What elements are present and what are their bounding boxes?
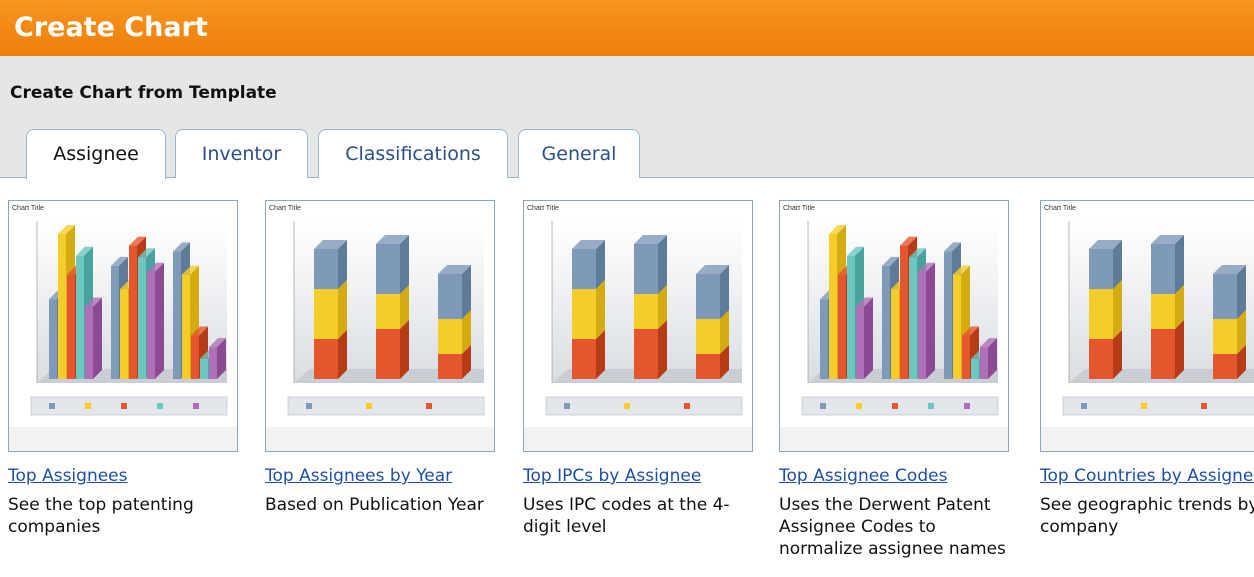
page-header: Create Chart [0,0,1254,56]
template-description: See the top patenting companies [8,495,194,537]
svg-text:Chart Title: Chart Title [527,205,559,212]
template-card: Chart Title Top Assignee Codes Uses the … [779,200,1011,560]
svg-text:Chart Title: Chart Title [783,205,815,212]
chart-thumbnail[interactable]: Chart Title [8,200,238,452]
template-link[interactable]: Top IPCs by Assignee [523,466,755,486]
tab-inventor[interactable]: Inventor [175,129,308,178]
chart-thumbnail[interactable]: Chart Title [779,200,1009,452]
template-link[interactable]: Top Assignees by Year [265,466,497,486]
tab-classifications[interactable]: Classifications [318,129,508,178]
thumbnail-graphic: Chart Title [780,205,1008,451]
template-description: Based on Publication Year [265,495,484,515]
chart-thumbnail[interactable]: Chart Title [523,200,753,452]
template-card: Chart Title Top Countries by Assignee Se… [1040,200,1254,538]
thumbnail-graphic: Chart Title [524,205,752,451]
svg-text:Chart Title: Chart Title [12,205,44,212]
thumbnail-graphic: Chart Title [1041,205,1254,451]
section-title: Create Chart from Template [10,83,277,103]
template-link[interactable]: Top Assignee Codes [779,466,1011,486]
template-card: Chart Title Top IPCs by Assignee Uses IP… [523,200,755,538]
page-title: Create Chart [14,12,208,43]
template-link[interactable]: Top Assignees [8,466,240,486]
tab-general[interactable]: General [518,129,640,178]
tab-assignee[interactable]: Assignee [26,129,166,179]
svg-text:Chart Title: Chart Title [1044,205,1076,212]
template-description: Uses IPC codes at the 4-digit level [523,495,730,537]
subheader-bar: Create Chart from Template Assignee Inve… [0,56,1254,179]
thumbnail-graphic: Chart Title [266,205,494,451]
chart-thumbnail[interactable]: Chart Title [265,200,495,452]
template-card: Chart Title Top Assignees by Year Based … [265,200,497,516]
template-description: See geographic trends by company [1040,495,1254,537]
template-card: Chart Title Top Assignees See the top pa… [8,200,240,538]
chart-thumbnail[interactable]: Chart Title [1040,200,1254,452]
template-gallery: Chart Title Top Assignees See the top pa… [0,200,1254,577]
thumbnail-graphic: Chart Title [9,205,237,451]
template-link[interactable]: Top Countries by Assignee [1040,466,1254,486]
template-description: Uses the Derwent Patent Assignee Codes t… [779,495,1006,559]
svg-text:Chart Title: Chart Title [269,205,301,212]
